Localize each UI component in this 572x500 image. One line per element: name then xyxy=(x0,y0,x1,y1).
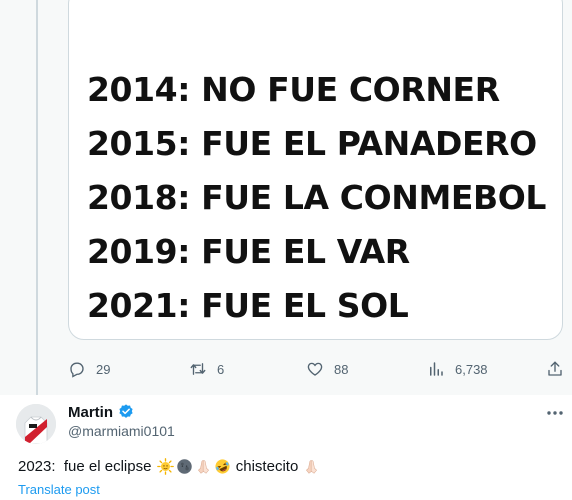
post-action-bar: 29 6 88 6,738 xyxy=(68,354,564,384)
more-options-button[interactable] xyxy=(545,403,565,423)
like-count: 88 xyxy=(334,361,349,377)
meme-line-2019: 2019: FUE EL VAR xyxy=(87,232,410,271)
folded-hands-icon xyxy=(306,460,318,474)
rolling-on-floor-laughing-icon xyxy=(215,459,230,474)
repost-count: 6 xyxy=(217,361,225,377)
reply-post: Martin @marmiami0101 2023: fue el eclips… xyxy=(0,395,572,500)
views-button[interactable]: 6,738 xyxy=(427,354,488,384)
quoted-post-area: 2014: NO FUE CORNER 2015: FUE EL PANADER… xyxy=(0,0,572,395)
more-dots-icon xyxy=(547,411,563,415)
post-image[interactable]: 2014: NO FUE CORNER 2015: FUE EL PANADER… xyxy=(68,0,563,340)
repost-button[interactable]: 6 xyxy=(189,354,224,384)
author-handle[interactable]: @marmiami0101 xyxy=(68,423,175,439)
views-bar-chart-icon xyxy=(430,362,443,376)
folded-hands-icon xyxy=(197,460,209,474)
heart-icon xyxy=(307,362,323,376)
avatar-jersey-image xyxy=(16,404,56,444)
meme-line-2015: 2015: FUE EL PANADERO xyxy=(87,124,537,163)
reply-button[interactable]: 29 xyxy=(68,354,110,384)
share-button[interactable] xyxy=(546,354,564,384)
reply-icon xyxy=(70,362,84,378)
sun-with-face-icon xyxy=(156,458,174,475)
meme-line-2014: 2014: NO FUE CORNER xyxy=(87,70,500,109)
repost-icon xyxy=(190,363,206,375)
avatar[interactable] xyxy=(16,404,56,444)
meme-line-2018: 2018: FUE LA CONMEBOL xyxy=(87,178,547,217)
author-name[interactable]: Martin xyxy=(68,403,135,421)
share-icon xyxy=(548,361,562,376)
meme-text-block: 2014: NO FUE CORNER 2015: FUE EL PANADER… xyxy=(87,63,546,333)
reply-text-middle: chistecito xyxy=(231,458,303,475)
author-name-text[interactable]: Martin xyxy=(68,404,113,421)
reply-text: 2023: fue el eclipse chistecito xyxy=(18,458,321,475)
verified-badge-icon[interactable] xyxy=(117,403,135,421)
like-button[interactable]: 88 xyxy=(306,354,348,384)
meme-line-2021: 2021: FUE EL SOL xyxy=(87,286,409,325)
reply-count: 29 xyxy=(96,361,111,377)
new-moon-face-icon xyxy=(176,459,192,474)
translate-post-link[interactable]: Translate post xyxy=(18,482,100,497)
view-count: 6,738 xyxy=(455,361,488,377)
reply-text-prefix: 2023: fue el eclipse xyxy=(18,458,156,475)
thread-connector-line xyxy=(36,0,38,395)
